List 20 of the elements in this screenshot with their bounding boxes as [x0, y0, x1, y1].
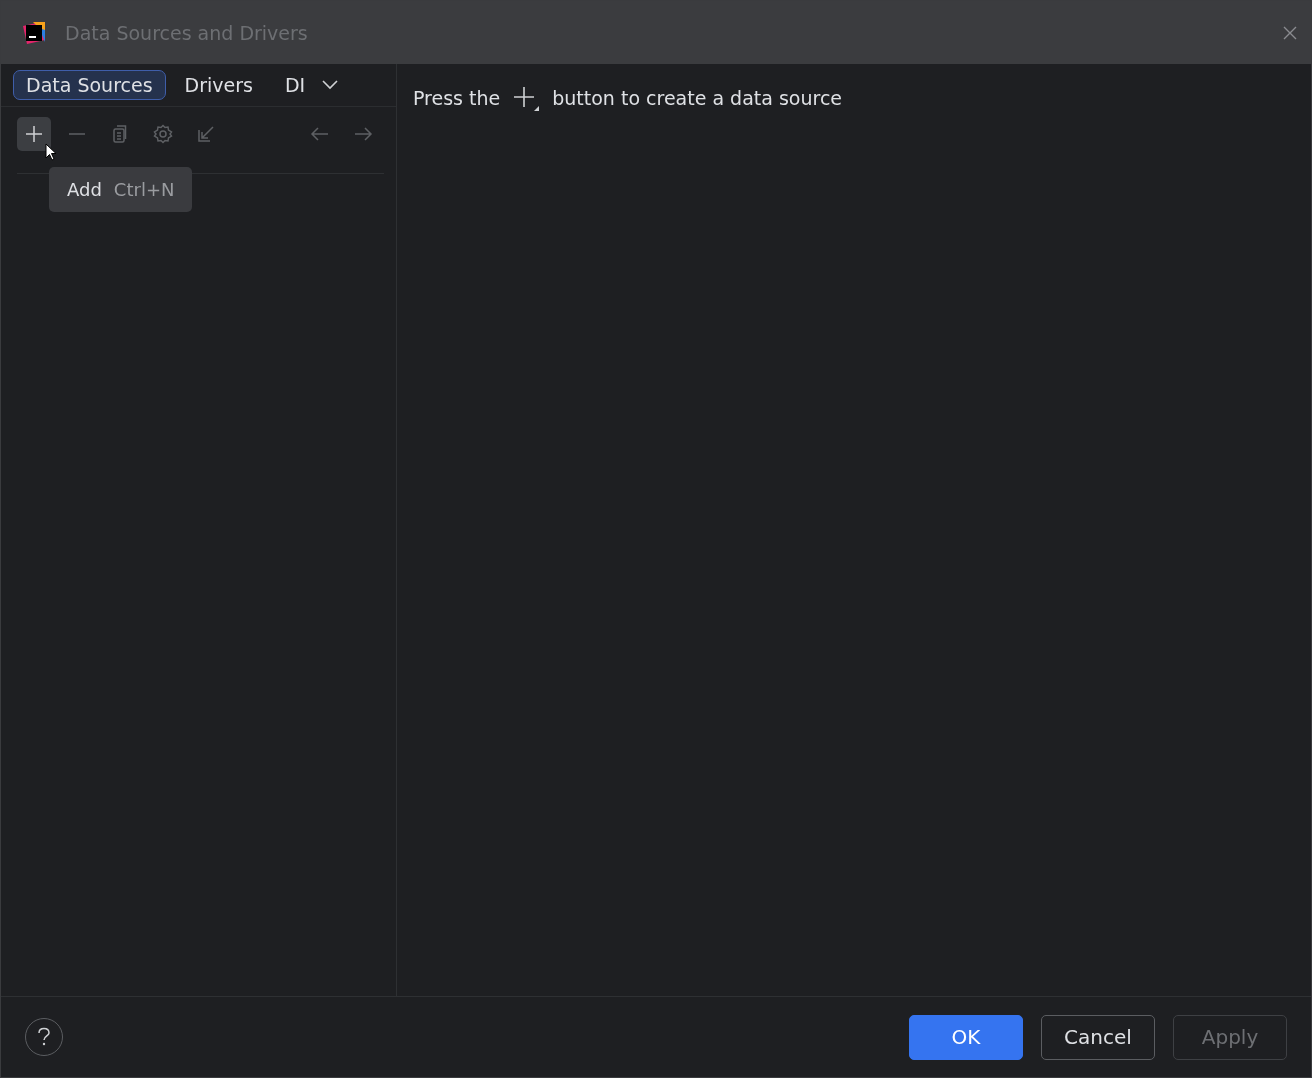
- settings-icon: [153, 124, 173, 144]
- tab[interactable]: Data Sources: [13, 70, 166, 100]
- import-icon: [196, 124, 216, 144]
- minus-icon: [67, 133, 87, 135]
- dialog-button[interactable]: OK: [909, 1014, 1023, 1060]
- mouse-cursor-icon: [45, 143, 57, 161]
- tooltip-label: Add: [67, 179, 102, 200]
- tab[interactable]: Drivers: [171, 70, 266, 100]
- hint-text: Press the: [413, 87, 501, 109]
- app-logo-icon: [21, 19, 47, 46]
- tab[interactable]: DI: [271, 70, 311, 100]
- plus-icon: [512, 84, 541, 112]
- dialog-button[interactable]: Cancel: [1041, 1014, 1155, 1060]
- hint-text: button to create a data source: [552, 87, 843, 109]
- chevron-down-icon[interactable]: [322, 80, 339, 90]
- close-icon[interactable]: [1283, 25, 1297, 40]
- help-icon: [37, 1027, 51, 1047]
- add-button[interactable]: [17, 117, 51, 151]
- plus-icon: [24, 124, 44, 144]
- tooltip-shortcut: Ctrl+N: [113, 179, 175, 200]
